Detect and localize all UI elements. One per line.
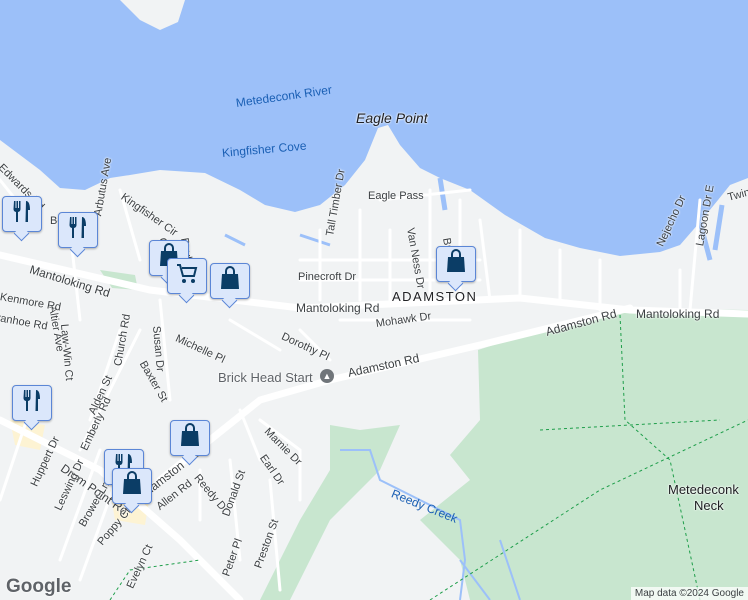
grocery-pin[interactable]: [167, 258, 207, 294]
restaurant-pin[interactable]: [58, 212, 98, 248]
map-attribution[interactable]: Map data ©2024 Google: [630, 587, 748, 600]
google-logo[interactable]: Google: [6, 576, 71, 598]
shopping-bag-icon: [445, 249, 467, 279]
road-label: Mantoloking Rd: [296, 301, 380, 315]
label-neck-1: Metedeconk: [668, 482, 739, 497]
label-adamston: ADAMSTON: [392, 289, 478, 304]
shopping-pin[interactable]: [210, 263, 250, 299]
shopping-pin[interactable]: [112, 468, 152, 504]
restaurant-pin[interactable]: [12, 385, 52, 421]
label-neck-2: Neck: [694, 498, 724, 513]
fork-knife-icon: [11, 199, 33, 229]
shopping-pin[interactable]: [170, 420, 210, 456]
road-label: Mantoloking Rd: [636, 307, 720, 321]
shopping-bag-icon: [121, 471, 143, 501]
shopping-cart-icon: [176, 261, 198, 291]
shopping-bag-icon: [179, 423, 201, 453]
label-eagle-point: Eagle Point: [356, 110, 428, 126]
label-brick-head-start[interactable]: Brick Head Start: [218, 370, 313, 385]
shopping-bag-icon: [219, 266, 241, 296]
restaurant-pin[interactable]: [2, 196, 42, 232]
shopping-pin[interactable]: [436, 246, 476, 282]
road-label: Pinecroft Dr: [298, 271, 357, 283]
school-icon[interactable]: ▲: [320, 369, 334, 383]
fork-knife-icon: [67, 215, 89, 245]
fork-knife-icon: [21, 388, 43, 418]
road-label: Eagle Pass: [368, 190, 424, 202]
